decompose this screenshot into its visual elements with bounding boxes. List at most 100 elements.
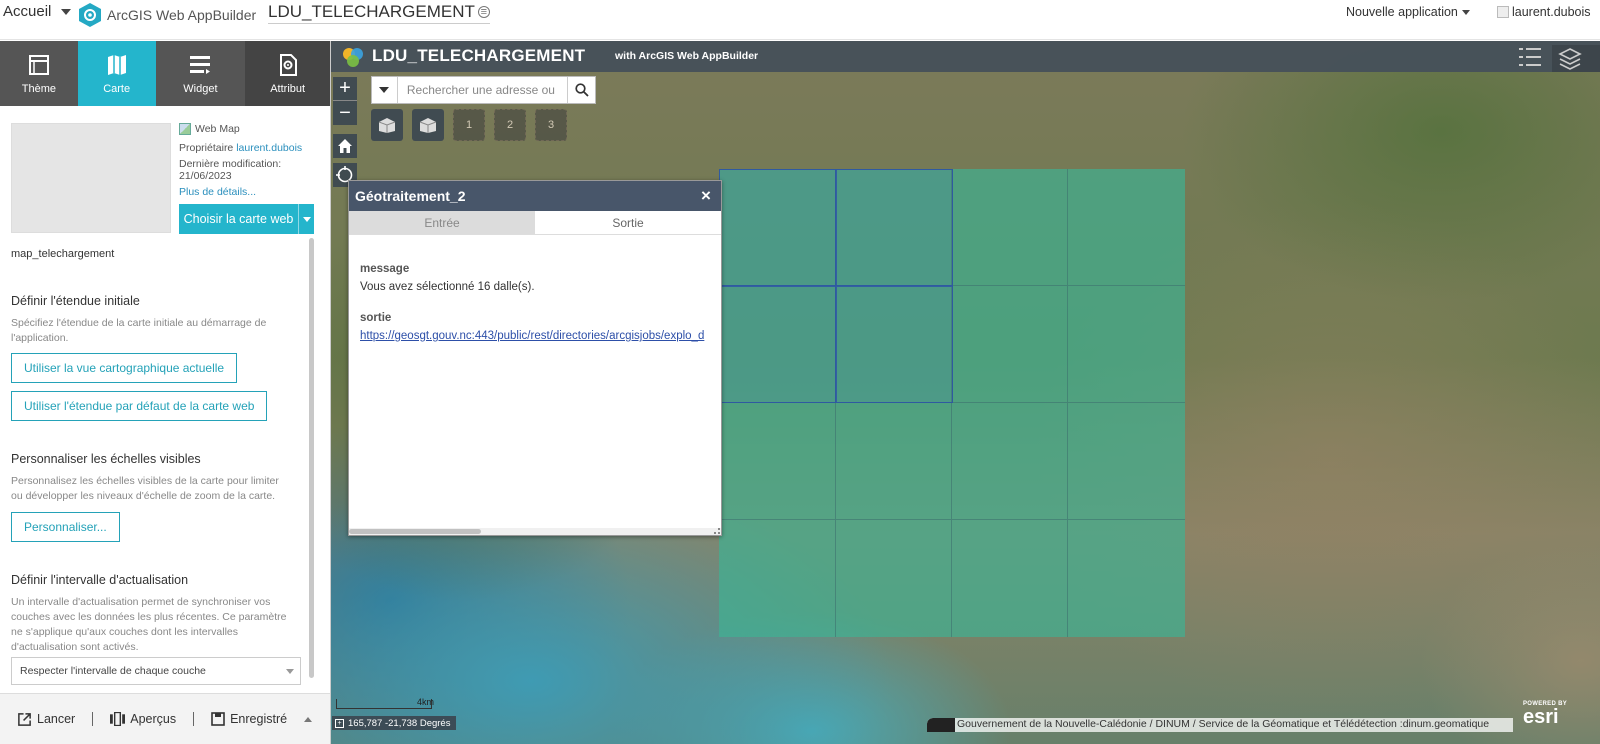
extent-description: Spécifiez l'étendue de la carte initiale… (11, 317, 267, 344)
zoom-in-button[interactable]: + (333, 77, 357, 101)
webmap-type-label: Web Map (195, 123, 240, 135)
new-app-menu[interactable]: Nouvelle application (1346, 5, 1470, 19)
tile-grid-overlay[interactable] (719, 169, 1185, 637)
footer-divider (193, 712, 195, 726)
selected-tile[interactable] (835, 285, 953, 403)
refresh-interval-select[interactable]: Respecter l'intervalle de chaque couche (11, 657, 301, 685)
layers-icon (1558, 48, 1582, 70)
widget-placeholder-2[interactable]: 2 (494, 109, 526, 141)
username: laurent.dubois (1512, 5, 1591, 19)
choose-webmap-button[interactable]: Choisir la carte web (179, 204, 314, 234)
tile-cell[interactable] (1068, 520, 1185, 637)
selected-tile[interactable] (719, 285, 837, 403)
output-link[interactable]: https://geosgt.gouv.nc:443/public/rest/d… (360, 330, 720, 342)
tab-theme[interactable]: Thème (0, 41, 78, 106)
owner-label: Propriétaire (179, 142, 234, 154)
layers-button[interactable] (1552, 45, 1600, 72)
chevron-up-icon[interactable] (304, 716, 313, 722)
tile-cell[interactable] (952, 286, 1068, 403)
tile-cell[interactable] (952, 169, 1068, 286)
search-icon (574, 83, 589, 97)
widget-placeholder-1[interactable]: 1 (453, 109, 485, 141)
app-header: LDU_TELECHARGEMENT with ArcGIS Web AppBu… (331, 41, 1600, 72)
output-label: sortie (360, 312, 392, 324)
owner-link[interactable]: laurent.dubois (236, 142, 302, 154)
selected-tile[interactable] (835, 169, 953, 287)
scales-description: Personnalisez les échelles visibles de l… (11, 475, 279, 502)
webmap-icon (179, 123, 191, 135)
tile-cell[interactable] (1068, 169, 1185, 286)
use-default-extent-button[interactable]: Utiliser l'étendue par défaut de la cart… (11, 391, 268, 421)
builder-sidebar: Thème Carte Widget Attribut Web Map Prop… (0, 41, 331, 744)
search-button[interactable] (567, 77, 595, 103)
customize-scales-button[interactable]: Personnaliser... (11, 512, 120, 542)
tile-cell[interactable] (1068, 403, 1185, 520)
tab-map[interactable]: Carte (77, 41, 156, 106)
widget-gp-1-button[interactable] (371, 109, 403, 141)
tile-cell[interactable] (719, 403, 836, 520)
preview-devices-icon (110, 712, 126, 726)
tile-cell[interactable] (836, 520, 952, 637)
user-menu[interactable]: laurent.dubois (1497, 5, 1591, 19)
tile-cell[interactable] (1068, 286, 1185, 403)
product-name: ArcGIS Web AppBuilder (107, 7, 257, 23)
scales-title: Personnaliser les échelles visibles (11, 452, 201, 466)
builder-tabs: Thème Carte Widget Attribut (0, 41, 331, 106)
home-icon (338, 139, 352, 153)
webmap-owner: Propriétaire laurent.dubois (179, 142, 302, 154)
panel-tabs: Entrée Sortie (349, 211, 721, 235)
chevron-down-icon (61, 8, 72, 15)
tab-widget[interactable]: Widget (156, 41, 246, 106)
app-title-text: LDU_TELECHARGEMENT (268, 2, 475, 21)
app-logo-icon (343, 48, 363, 67)
tile-cell[interactable] (952, 520, 1068, 637)
widget-placeholder-3[interactable]: 3 (535, 109, 567, 141)
tab-input[interactable]: Entrée (349, 211, 535, 234)
tab-output[interactable]: Sortie (535, 211, 721, 234)
panel-scrollbar[interactable] (309, 238, 314, 678)
saved-label: Enregistré (230, 712, 288, 726)
tile-cell[interactable] (952, 403, 1068, 520)
attribute-icon (279, 53, 297, 76)
footer-divider (92, 712, 94, 726)
more-details-link[interactable]: Plus de détails... (179, 186, 256, 198)
resize-handle[interactable] (714, 528, 720, 534)
scrollbar-thumb[interactable] (349, 529, 481, 534)
choose-webmap-label: Choisir la carte web (183, 212, 294, 226)
coordinate-value: 165,787 -21,738 Degrés (348, 717, 451, 729)
panel-header[interactable]: Géotraitement_2 × (349, 181, 721, 211)
geoprocessing-panel: Géotraitement_2 × Entrée Sortie message … (348, 180, 722, 536)
tab-label: Widget (183, 82, 218, 95)
home-menu[interactable]: Accueil (3, 3, 72, 20)
search-source-dropdown[interactable] (372, 77, 398, 103)
toolbox-icon (378, 118, 396, 133)
close-icon[interactable]: × (691, 186, 721, 206)
app-title[interactable]: LDU_TELECHARGEMENT ≡ (268, 2, 490, 24)
esri-logo: POWERED BY esri (1523, 701, 1600, 733)
home-extent-button[interactable] (333, 134, 357, 158)
use-current-view-button[interactable]: Utiliser la vue cartographique actuelle (11, 353, 238, 383)
extent-title: Définir l'étendue initiale (11, 294, 140, 308)
attribution-toggle[interactable] (927, 718, 955, 732)
modified-label: Dernière modification: (179, 158, 282, 170)
panel-title: Géotraitement_2 (355, 188, 466, 204)
modified-date: 21/06/2023 (179, 170, 232, 182)
webmap-type: Web Map (179, 123, 240, 135)
edit-info-icon[interactable]: ≡ (477, 6, 490, 18)
selected-tile[interactable] (719, 169, 837, 287)
widget-gp-2-button[interactable] (412, 109, 444, 141)
new-app-label: Nouvelle application (1346, 5, 1458, 19)
launch-button[interactable]: Lancer (17, 712, 75, 727)
save-button[interactable]: Enregistré (211, 712, 287, 726)
tab-attribute[interactable]: Attribut (245, 41, 331, 106)
previews-button[interactable]: Aperçus (110, 712, 176, 726)
tile-cell[interactable] (719, 520, 836, 637)
panel-horizontal-scrollbar[interactable] (349, 528, 721, 535)
choose-webmap-dropdown[interactable] (298, 204, 314, 234)
zoom-out-button[interactable]: − (333, 101, 357, 125)
tile-cell[interactable] (836, 403, 952, 520)
search-input[interactable] (397, 77, 568, 103)
crosshair-icon[interactable]: + (335, 718, 344, 728)
list-icon[interactable] (1519, 47, 1541, 67)
tab-label: Thème (21, 82, 56, 95)
